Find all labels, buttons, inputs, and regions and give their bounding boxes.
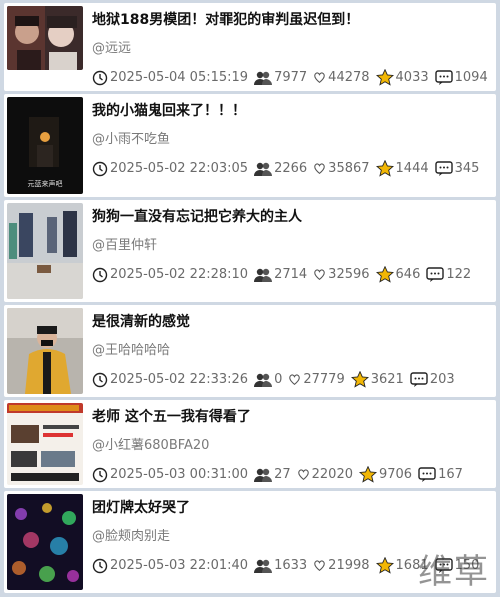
post-stars: 1444 xyxy=(395,161,429,176)
post-likes: 21998 xyxy=(328,558,370,573)
star-icon[interactable] xyxy=(375,69,394,86)
post-meta: 2025-05-02 22:28:10 2714 32596 646 122 xyxy=(92,266,477,283)
post-views: 0 xyxy=(274,372,283,387)
post-thumbnail[interactable] xyxy=(7,6,83,70)
post-meta: 2025-05-03 00:31:00 27 22020 9706 167 xyxy=(92,466,469,483)
users-icon xyxy=(254,559,273,573)
heart-icon[interactable] xyxy=(288,373,301,386)
post-title[interactable]: 老师 这个五一我有得看了 xyxy=(92,406,251,426)
post-title[interactable]: 团灯牌太好哭了 xyxy=(92,497,190,517)
post-date: 2025-05-02 22:03:05 xyxy=(110,161,249,176)
post-date: 2025-05-02 22:33:26 xyxy=(110,372,249,387)
post-title[interactable]: 我的小猫鬼回来了！！！ xyxy=(92,100,246,120)
clock-icon xyxy=(92,372,108,387)
post-stars: 646 xyxy=(395,267,421,282)
post-views: 2266 xyxy=(274,161,308,176)
heart-icon[interactable] xyxy=(313,268,326,281)
post-title[interactable]: 是很清新的感觉 xyxy=(92,311,190,331)
comment-icon[interactable] xyxy=(434,69,453,86)
users-icon xyxy=(254,373,273,387)
post-card[interactable]: 老师 这个五一我有得看了 @小红薯680BFA20 2025-05-03 00:… xyxy=(4,400,496,488)
post-author[interactable]: @小红薯680BFA20 xyxy=(92,434,209,453)
heart-icon[interactable] xyxy=(313,559,326,572)
post-card[interactable]: 地狱188男模团！对罪犯的审判虽迟但到！ @远远 2025-05-04 05:1… xyxy=(4,3,496,91)
post-title[interactable]: 地狱188男模团！对罪犯的审判虽迟但到！ xyxy=(92,9,359,29)
post-meta: 2025-05-02 22:33:26 0 27779 3621 203 xyxy=(92,371,461,388)
post-comments: 345 xyxy=(454,161,480,176)
post-likes: 27779 xyxy=(303,372,345,387)
post-date: 2025-05-03 22:01:40 xyxy=(110,558,249,573)
clock-icon xyxy=(92,467,108,482)
post-meta: 2025-05-04 05:15:19 7977 44278 4033 1094 xyxy=(92,69,494,86)
star-icon[interactable] xyxy=(358,466,377,483)
post-likes: 35867 xyxy=(328,161,370,176)
star-icon[interactable] xyxy=(350,371,369,388)
thumbnail-caption: 元蓝来声吧 xyxy=(27,180,63,188)
post-author[interactable]: @小雨不吃鱼 xyxy=(92,128,170,147)
post-card[interactable]: 是很清新的感觉 @王哈哈哈哈 2025-05-02 22:33:26 0 277… xyxy=(4,305,496,397)
post-thumbnail[interactable] xyxy=(7,308,83,394)
clock-icon xyxy=(92,70,108,85)
heart-icon[interactable] xyxy=(297,468,310,481)
comment-icon[interactable] xyxy=(434,160,453,177)
post-stars: 3621 xyxy=(370,372,404,387)
post-stars: 9706 xyxy=(378,467,413,482)
post-card[interactable]: 元蓝来声吧 我的小猫鬼回来了！！！ @小雨不吃鱼 2025-05-02 22:0… xyxy=(4,94,496,197)
star-icon[interactable] xyxy=(375,266,394,283)
post-feed: 地狱188男模团！对罪犯的审判虽迟但到！ @远远 2025-05-04 05:1… xyxy=(0,0,500,597)
post-thumbnail[interactable]: 元蓝来声吧 xyxy=(7,97,83,194)
users-icon xyxy=(254,468,273,482)
post-date: 2025-05-03 00:31:00 xyxy=(110,467,249,482)
post-likes: 22020 xyxy=(311,467,353,482)
post-thumbnail[interactable] xyxy=(7,494,83,590)
post-views: 1633 xyxy=(274,558,308,573)
comment-icon[interactable] xyxy=(410,371,428,388)
post-meta: 2025-05-02 22:03:05 2266 35867 1444 345 xyxy=(92,160,485,177)
post-comments: 122 xyxy=(446,267,472,282)
watermark: 维草 xyxy=(418,552,490,592)
post-author[interactable]: @远远 xyxy=(92,37,131,56)
post-date: 2025-05-02 22:28:10 xyxy=(110,267,249,282)
clock-icon xyxy=(92,267,108,282)
users-icon xyxy=(254,71,273,85)
post-author[interactable]: @王哈哈哈哈 xyxy=(92,339,170,358)
post-author[interactable]: @脸颊肉别走 xyxy=(92,525,170,544)
comment-icon[interactable] xyxy=(426,266,445,283)
clock-icon xyxy=(92,161,108,176)
comment-icon[interactable] xyxy=(418,466,436,483)
post-comments: 1094 xyxy=(454,70,488,85)
heart-icon[interactable] xyxy=(313,162,326,175)
clock-icon xyxy=(92,558,108,573)
post-thumbnail[interactable] xyxy=(7,403,83,485)
post-likes: 44278 xyxy=(328,70,370,85)
post-date: 2025-05-04 05:15:19 xyxy=(110,70,249,85)
post-views: 7977 xyxy=(274,70,308,85)
post-stars: 4033 xyxy=(395,70,429,85)
star-icon[interactable] xyxy=(375,160,394,177)
post-card[interactable]: 狗狗一直没有忘记把它养大的主人 @百里仲轩 2025-05-02 22:28:1… xyxy=(4,200,496,302)
post-comments: 203 xyxy=(429,372,455,387)
users-icon xyxy=(254,162,273,176)
post-views: 2714 xyxy=(274,267,308,282)
post-comments: 167 xyxy=(438,467,463,482)
star-icon[interactable] xyxy=(375,557,394,574)
post-thumbnail[interactable] xyxy=(7,203,83,299)
post-likes: 32596 xyxy=(328,267,370,282)
users-icon xyxy=(254,268,273,282)
post-author[interactable]: @百里仲轩 xyxy=(92,234,157,253)
heart-icon[interactable] xyxy=(313,71,326,84)
post-title[interactable]: 狗狗一直没有忘记把它养大的主人 xyxy=(92,206,302,226)
post-views: 27 xyxy=(274,467,291,482)
